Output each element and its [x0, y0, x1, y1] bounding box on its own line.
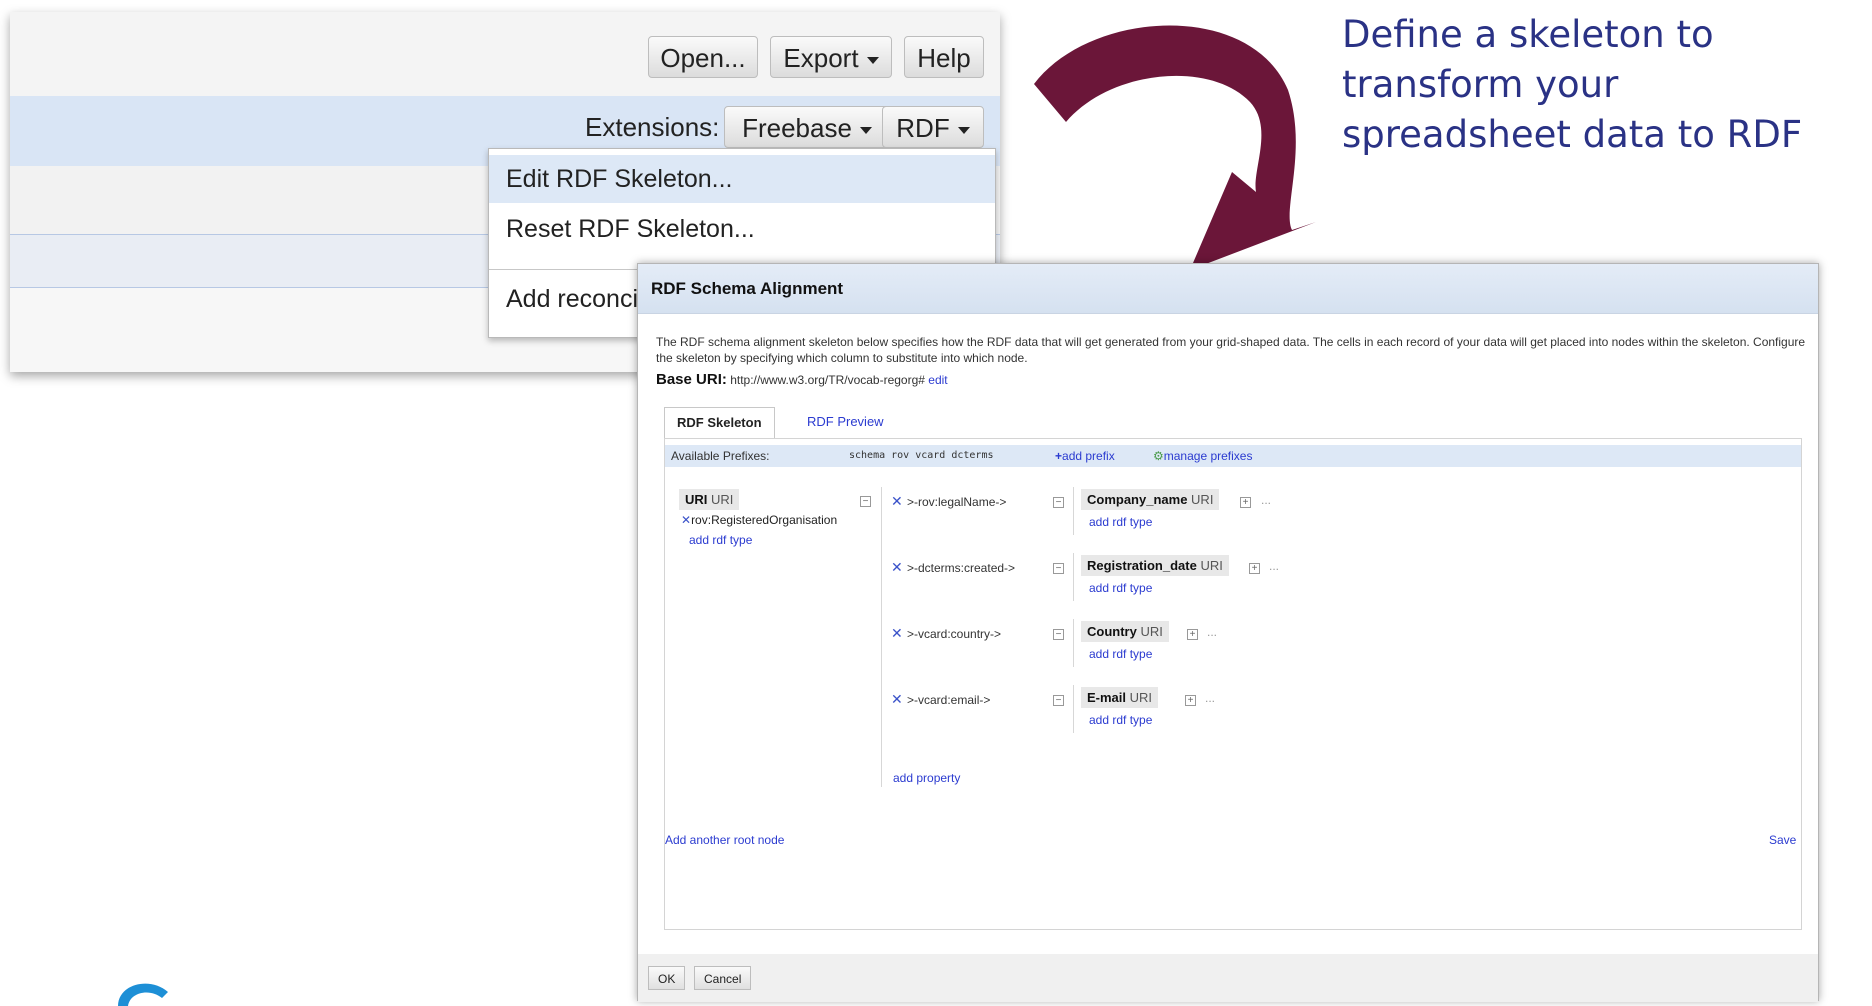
dialog-footer: OK Cancel: [638, 954, 1818, 1002]
property-label[interactable]: >-dcterms:created->: [907, 561, 1015, 575]
property-label[interactable]: >-rov:legalName->: [907, 495, 1006, 509]
menu-item-reset-rdf-skeleton[interactable]: Reset RDF Skeleton...: [489, 205, 995, 253]
add-rdf-type-link[interactable]: add rdf type: [1089, 581, 1152, 595]
curved-arrow-icon: [1034, 25, 1316, 271]
remove-property-icon[interactable]: ✕: [891, 691, 903, 708]
root-rdf-type: ✕rov:RegisteredOrganisation: [681, 513, 838, 527]
tab-rdf-skeleton[interactable]: RDF Skeleton: [664, 407, 775, 439]
expand-icon[interactable]: +: [1249, 563, 1260, 574]
close-icon[interactable]: ✕: [681, 513, 691, 527]
collapse-icon[interactable]: −: [860, 496, 871, 507]
cancel-button[interactable]: Cancel: [694, 966, 752, 990]
property-label[interactable]: >-vcard:email->: [907, 693, 990, 707]
base-uri-label: Base URI:: [656, 371, 727, 388]
freebase-menu-button[interactable]: Freebase: [724, 106, 890, 148]
prefixes-list: schema rov vcard dcterms: [849, 450, 994, 461]
add-root-node-link[interactable]: Add another root node: [665, 833, 784, 847]
ok-button[interactable]: OK: [648, 966, 686, 990]
expand-icon[interactable]: +: [1187, 629, 1198, 640]
tab-rdf-preview[interactable]: RDF Preview: [795, 407, 896, 437]
open-button[interactable]: Open...: [648, 36, 758, 78]
menu-item-edit-rdf-skeleton[interactable]: Edit RDF Skeleton...: [489, 155, 995, 203]
annotation-line-1: Define a skeleton to: [1342, 13, 1714, 56]
add-rdf-type-link[interactable]: add rdf type: [1089, 647, 1152, 661]
add-prefix-link[interactable]: +add prefix: [1055, 445, 1115, 467]
save-link[interactable]: Save: [1769, 833, 1796, 847]
logo-icon: [118, 983, 168, 1006]
base-uri-edit-link[interactable]: edit: [928, 373, 947, 387]
base-uri-value: http://www.w3.org/TR/vocab-regorg#: [730, 373, 925, 387]
remove-property-icon[interactable]: ✕: [891, 625, 903, 642]
annotation-line-2: transform your: [1342, 63, 1619, 106]
collapse-icon[interactable]: −: [1053, 695, 1064, 706]
collapse-icon[interactable]: −: [1053, 629, 1064, 640]
column-node[interactable]: Company_name URI: [1081, 489, 1220, 510]
chevron-down-icon: [957, 126, 970, 134]
add-rdf-type-link[interactable]: add rdf type: [1089, 515, 1152, 529]
skeleton-panel: Available Prefixes: schema rov vcard dct…: [664, 438, 1802, 930]
rdf-schema-alignment-dialog: RDF Schema Alignment The RDF schema alig…: [637, 263, 1819, 1002]
prefixes-label: Available Prefixes:: [671, 449, 770, 463]
collapse-icon[interactable]: −: [1053, 497, 1064, 508]
column-node[interactable]: E-mail URI: [1081, 687, 1159, 708]
add-property-link[interactable]: add property: [893, 771, 960, 785]
remove-property-icon[interactable]: ✕: [891, 493, 903, 510]
collapse-icon[interactable]: −: [1053, 563, 1064, 574]
dialog-body: The RDF schema alignment skeleton below …: [638, 314, 1818, 954]
annotation-line-3: spreadsheet data to RDF: [1342, 113, 1803, 156]
base-uri-row: Base URI: http://www.w3.org/TR/vocab-reg…: [656, 371, 948, 388]
property-label[interactable]: >-vcard:country->: [907, 627, 1001, 641]
add-rdf-type-link[interactable]: add rdf type: [1089, 713, 1152, 727]
chevron-down-icon: [859, 126, 872, 134]
rdf-menu-button[interactable]: RDF: [882, 106, 984, 148]
annotation-text: Define a skeleton to transform your spre…: [1342, 10, 1862, 160]
expand-icon[interactable]: +: [1240, 497, 1251, 508]
manage-prefixes-link[interactable]: ⚙manage prefixes: [1153, 445, 1252, 467]
extensions-label: Extensions:: [585, 112, 720, 142]
column-node[interactable]: Registration_date URI: [1081, 555, 1229, 576]
help-button[interactable]: Help: [904, 36, 984, 78]
plus-icon: +: [1055, 449, 1063, 463]
properties-divider: [881, 487, 882, 787]
dialog-title: RDF Schema Alignment: [638, 264, 1818, 314]
root-add-rdf-type-link[interactable]: add rdf type: [689, 533, 752, 547]
prefixes-bar: Available Prefixes: schema rov vcard dct…: [665, 445, 1801, 467]
expand-icon[interactable]: +: [1185, 695, 1196, 706]
chevron-down-icon: [866, 56, 879, 64]
gear-icon: ⚙: [1153, 449, 1164, 463]
dialog-description: The RDF schema alignment skeleton below …: [656, 335, 1806, 365]
export-button[interactable]: Export: [770, 36, 892, 78]
remove-property-icon[interactable]: ✕: [891, 559, 903, 576]
column-node[interactable]: Country URI: [1081, 621, 1169, 642]
root-node[interactable]: URI URI: [679, 489, 740, 510]
